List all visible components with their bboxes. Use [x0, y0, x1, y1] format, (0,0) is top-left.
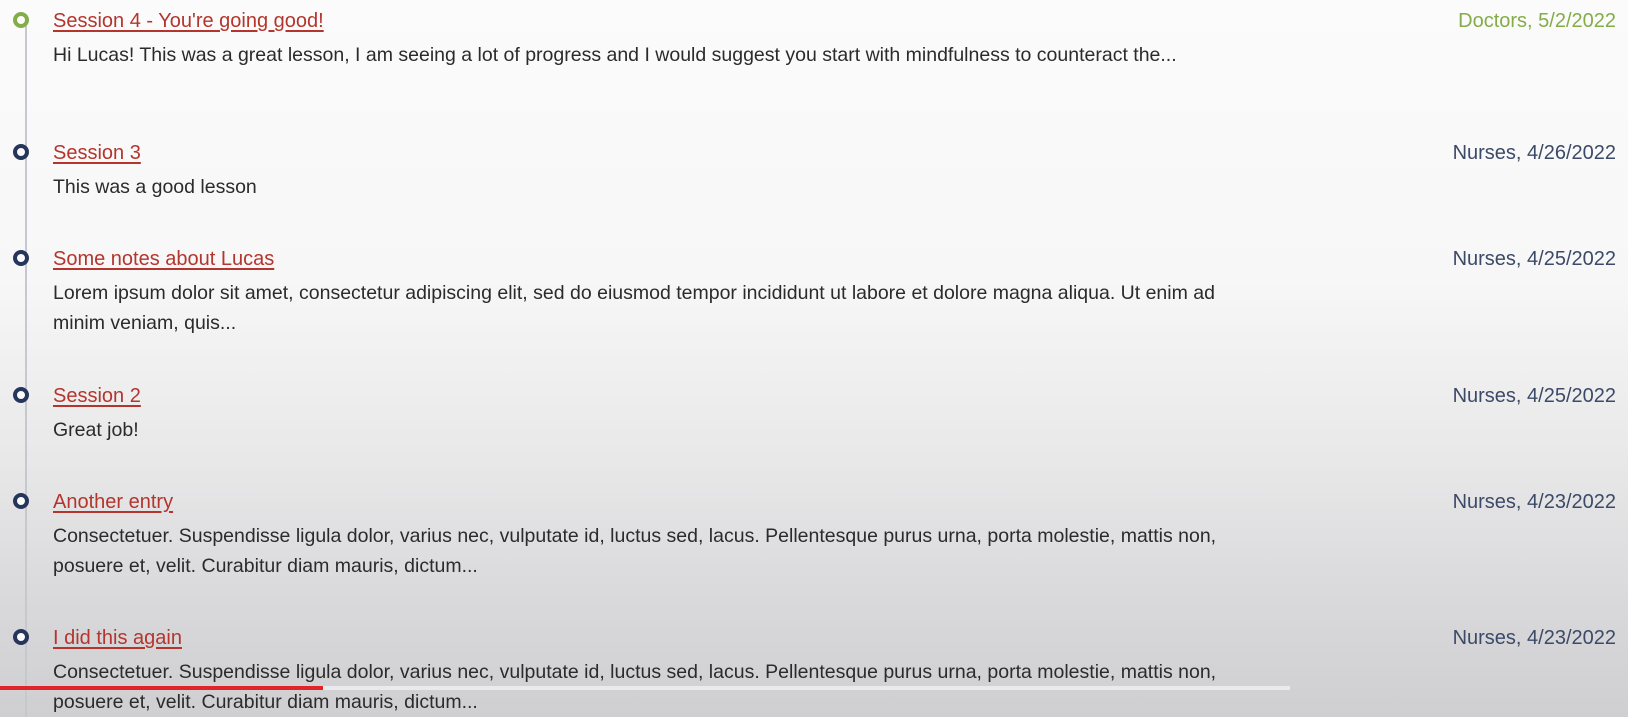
entry-meta: Nurses, 4/23/2022	[1452, 627, 1616, 649]
entry-title-link[interactable]: Session 2	[53, 384, 141, 408]
timeline-marker-icon	[13, 144, 29, 160]
timeline-marker-icon	[13, 250, 29, 266]
entry-meta: Nurses, 4/25/2022	[1452, 248, 1616, 270]
entry-body: Consectetuer. Suspendisse ligula dolor, …	[53, 525, 1217, 577]
timeline-marker-icon	[13, 12, 29, 28]
entry-meta: Nurses, 4/23/2022	[1452, 491, 1616, 513]
timeline-marker-icon	[13, 493, 29, 509]
entry-title-link[interactable]: Session 3	[53, 141, 141, 165]
timeline-marker-icon	[13, 629, 29, 645]
video-progress-bar[interactable]	[0, 686, 1290, 690]
entry-body: This was a good lesson	[53, 176, 257, 198]
entry-title-link[interactable]: Another entry	[53, 490, 173, 514]
entry-body: Lorem ipsum dolor sit amet, consectetur …	[53, 282, 1215, 334]
entry-title-link[interactable]: Some notes about Lucas	[53, 247, 274, 271]
timeline-marker-icon	[13, 387, 29, 403]
entry-meta: Doctors, 5/2/2022	[1458, 10, 1616, 32]
timeline-line	[25, 26, 27, 717]
video-progress-fill	[0, 686, 323, 690]
entry-title-link[interactable]: Session 4 - You're going good!	[53, 9, 324, 33]
entry-meta: Nurses, 4/25/2022	[1452, 385, 1616, 407]
entry-title-link[interactable]: I did this again	[53, 626, 182, 650]
entry-body: Hi Lucas! This was a great lesson, I am …	[53, 44, 1177, 66]
entry-meta: Nurses, 4/26/2022	[1452, 142, 1616, 164]
entry-body: Great job!	[53, 419, 139, 441]
